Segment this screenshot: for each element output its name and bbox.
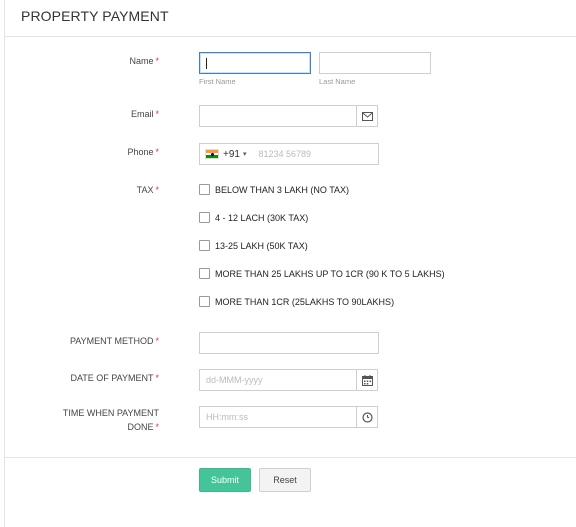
last-name-input[interactable] [319,52,431,74]
tax-label: TAX * [136,185,159,195]
reset-button[interactable]: Reset [259,468,311,492]
phone-placeholder: 81234 56789 [258,149,312,159]
last-name-sublabel: Last Name [319,77,356,86]
calendar-icon[interactable] [356,369,378,391]
header-divider [5,36,576,37]
tax-option-2[interactable]: 4 - 12 LACH (30K TAX) [199,212,308,223]
tax-option-4[interactable]: MORE THAN 25 LAKHS UP TO 1CR (90 K TO 5 … [199,268,445,279]
time-of-payment-label: TIME WHEN PAYMENT DONE * [62,408,159,432]
india-flag-icon[interactable] [205,149,219,159]
payment-method-input[interactable] [199,332,379,354]
phone-label: Phone * [127,147,159,157]
clock-icon[interactable] [356,406,378,428]
email-label: Email * [130,109,159,119]
checkbox[interactable] [199,240,210,251]
tax-option-1[interactable]: BELOW THAN 3 LAKH (NO TAX) [199,184,349,195]
checkbox[interactable] [199,184,210,195]
text-caret [206,57,207,69]
name-label: Name * [129,56,159,66]
submit-button[interactable]: Submit [199,468,251,492]
footer-divider [5,457,576,458]
chevron-down-icon[interactable]: ▾ [243,150,247,158]
first-name-sublabel: First Name [199,77,236,86]
tax-option-5[interactable]: MORE THAN 1CR (25LAKHS TO 90LAKHS) [199,296,394,307]
checkbox[interactable] [199,268,210,279]
tax-option-3[interactable]: 13-25 LAKH (50K TAX) [199,240,308,251]
phone-input[interactable]: +91 ▾ 81234 56789 [199,143,379,165]
date-of-payment-label: DATE OF PAYMENT * [70,373,159,383]
time-of-payment-input[interactable]: HH:mm:ss [199,406,357,428]
date-of-payment-input[interactable]: dd-MMM-yyyy [199,369,357,391]
mail-icon[interactable] [356,105,378,127]
form-frame: PROPERTY PAYMENT Name * First Name Last N… [4,0,576,527]
email-input[interactable] [199,105,357,127]
checkbox[interactable] [199,212,210,223]
first-name-input[interactable] [199,52,311,74]
country-code[interactable]: +91 [223,149,240,160]
page-title: PROPERTY PAYMENT [21,8,169,24]
checkbox[interactable] [199,296,210,307]
payment-method-label: PAYMENT METHOD * [69,336,159,346]
